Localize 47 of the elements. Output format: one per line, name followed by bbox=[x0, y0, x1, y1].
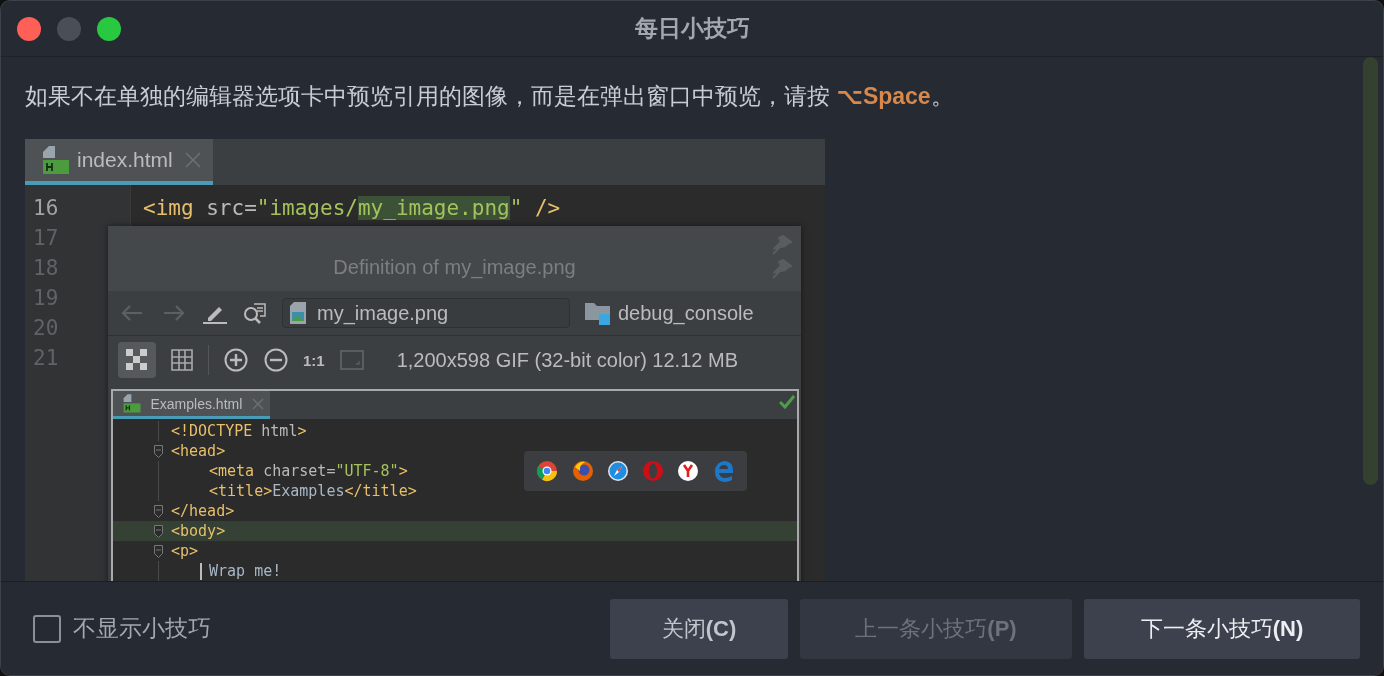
minimize-button[interactable] bbox=[57, 16, 81, 41]
editor-tab[interactable]: index.html bbox=[25, 139, 213, 185]
code-line: <meta charset="UTF-8"> bbox=[209, 462, 408, 480]
code-line: <body> bbox=[171, 522, 226, 540]
browser-icon bbox=[535, 459, 560, 483]
browser-icon bbox=[605, 459, 630, 483]
checkbox[interactable] bbox=[33, 614, 61, 643]
checkbox-label[interactable]: 不显示小技巧 bbox=[73, 613, 211, 644]
checkerboard-button[interactable] bbox=[118, 342, 156, 378]
checkerboard-icon bbox=[126, 349, 148, 371]
code-line: <title>Examples</title> bbox=[209, 482, 417, 500]
fold-icon[interactable] bbox=[154, 505, 163, 518]
folder-icon bbox=[584, 300, 612, 326]
browser-icon bbox=[676, 459, 701, 483]
folder-name: debug_console bbox=[618, 301, 754, 325]
tip-text: 如果不在单独的编辑器选项卡中预览引用的图像，而是在弹出窗口中预览，请按 ⌥Space。 bbox=[25, 82, 954, 111]
code-line: <img src="images/my_image.png" /> bbox=[143, 195, 562, 222]
browser-icon bbox=[641, 459, 666, 483]
editor-tab[interactable]: Examples.html bbox=[113, 391, 271, 419]
scrollbar[interactable] bbox=[1363, 57, 1378, 485]
code-line: <p> bbox=[171, 542, 199, 560]
zoom-button[interactable] bbox=[97, 16, 121, 41]
search-icon[interactable] bbox=[242, 301, 268, 325]
fold-icon[interactable] bbox=[154, 545, 163, 558]
fold-icon[interactable] bbox=[154, 445, 163, 458]
dialog-button[interactable]: 下一条小技巧(N) bbox=[1084, 598, 1360, 659]
html-file-icon bbox=[121, 393, 141, 414]
dialog-button[interactable]: 关闭(C) bbox=[610, 598, 788, 659]
image-info: 1,200x598 GIF (32-bit color) 12.12 MB bbox=[396, 348, 738, 372]
window-title: 每日小技巧 bbox=[634, 14, 750, 43]
zoom-in-icon[interactable] bbox=[223, 348, 249, 372]
close-icon bbox=[184, 152, 201, 168]
code-line: Wrap me! bbox=[209, 562, 282, 580]
image-file-icon bbox=[289, 301, 307, 325]
zoom-out-icon[interactable] bbox=[263, 348, 289, 372]
close-button[interactable] bbox=[17, 16, 41, 41]
line-number: 16 bbox=[32, 195, 60, 222]
checkmark-icon bbox=[779, 395, 795, 409]
code-line: </head> bbox=[171, 502, 235, 520]
grid-icon[interactable] bbox=[170, 348, 194, 372]
actual-size-button[interactable]: 1:1 bbox=[303, 351, 325, 369]
browser-icon bbox=[570, 459, 595, 483]
code-line: <head> bbox=[171, 442, 226, 460]
code-line: <!DOCTYPE html> bbox=[171, 422, 307, 440]
fold-icon[interactable] bbox=[154, 525, 163, 538]
close-icon bbox=[252, 397, 265, 410]
file-field[interactable]: my_image.png bbox=[282, 298, 570, 328]
